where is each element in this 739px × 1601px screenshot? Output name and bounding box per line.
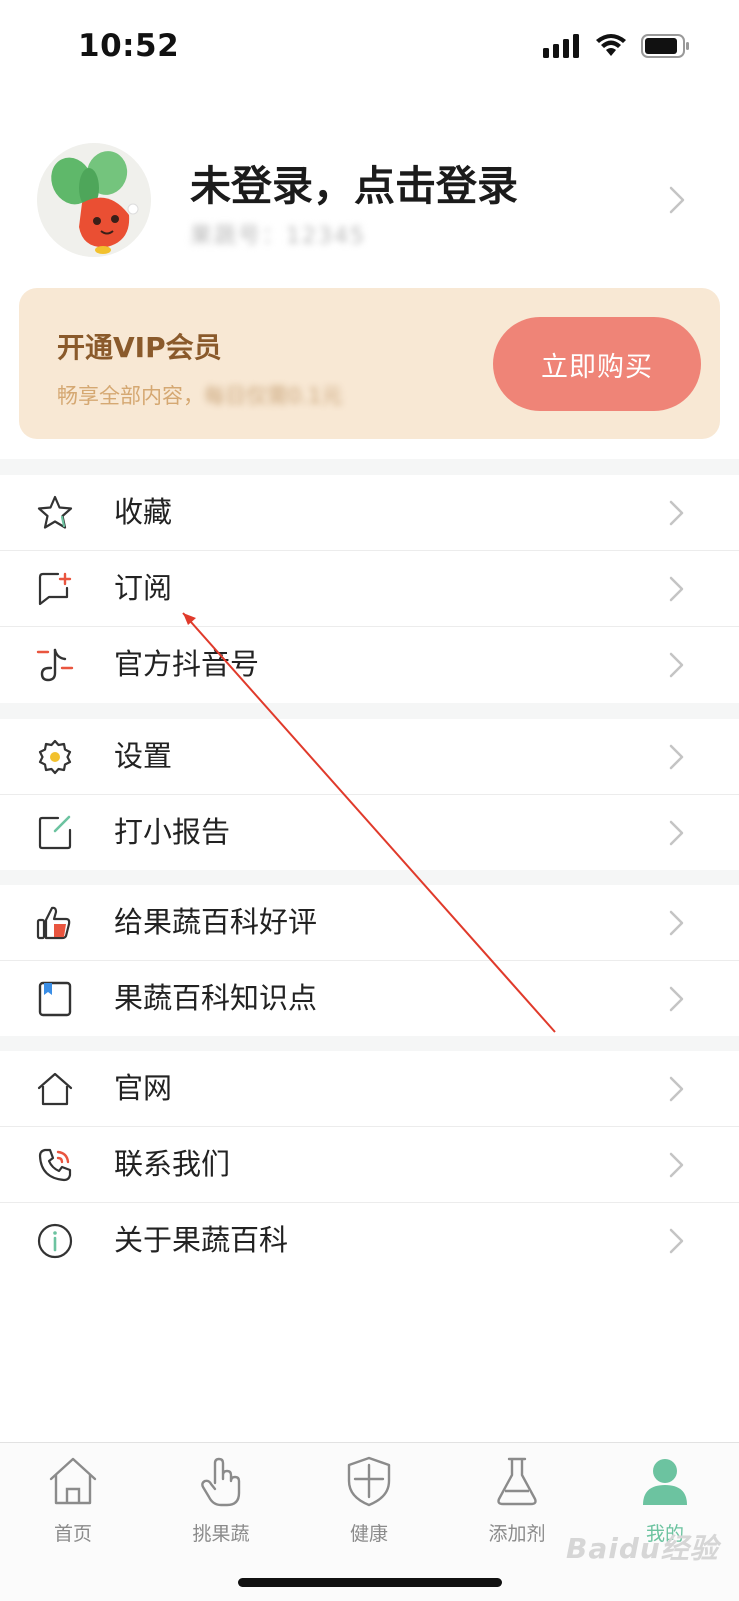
menu-item-label: 打小报告 <box>114 815 231 849</box>
chevron-right-icon <box>669 576 684 602</box>
chevron-right-icon <box>669 652 684 678</box>
baidu-watermark: Baidu经验 <box>566 1532 719 1565</box>
vip-desc-blurred: 每日仅需0.1元 <box>204 384 343 408</box>
flask-icon <box>497 1457 537 1506</box>
info-icon <box>37 1223 73 1259</box>
buy-now-button[interactable]: 立即购买 <box>493 317 701 411</box>
tab-home[interactable]: 首页 <box>3 1453 143 1546</box>
section-divider <box>0 1035 739 1051</box>
menu-item-label: 关于果蔬百科 <box>114 1223 289 1257</box>
gear-icon <box>38 739 72 775</box>
chevron-right-icon <box>669 186 685 214</box>
person-icon <box>643 1459 687 1505</box>
chevron-right-icon <box>669 744 684 770</box>
wifi-icon <box>596 34 626 56</box>
status-time: 10:52 <box>78 28 180 64</box>
star-icon <box>37 495 73 529</box>
menu-item-settings[interactable]: 设置 <box>0 719 739 795</box>
menu-item-label: 收藏 <box>114 495 173 529</box>
menu-item-label: 订阅 <box>114 571 173 605</box>
chevron-right-icon <box>669 1228 684 1254</box>
edit-report-icon <box>38 815 72 850</box>
menu-item-contact[interactable]: 联系我们 <box>0 1127 739 1203</box>
menu-group-4: 官网 联系我们 关于果蔬百科 <box>0 1051 739 1278</box>
tab-label: 首页 <box>53 1523 92 1545</box>
menu-item-about[interactable]: 关于果蔬百科 <box>0 1203 739 1278</box>
radish-mascot-avatar[interactable] <box>37 143 151 257</box>
tab-label: 健康 <box>349 1523 388 1545</box>
menu-item-label: 给果蔬百科好评 <box>114 905 318 939</box>
menu-item-rate-app[interactable]: 给果蔬百科好评 <box>0 885 739 961</box>
login-prompt[interactable]: 未登录，点击登录 <box>190 152 518 212</box>
vip-title: 开通VIP会员 <box>57 331 222 364</box>
menu-item-label: 官方抖音号 <box>114 647 260 681</box>
section-divider <box>0 459 739 475</box>
menu-item-label: 设置 <box>114 739 173 773</box>
chevron-right-icon <box>669 1152 684 1178</box>
menu-item-label: 官网 <box>114 1071 173 1105</box>
profile-header[interactable]: 未登录，点击登录 果蔬号：12345 <box>0 130 739 270</box>
tab-label: 挑果蔬 <box>192 1523 250 1545</box>
home-outline-icon <box>37 1072 73 1106</box>
chevron-right-icon <box>669 820 684 846</box>
hand-pointer-icon <box>201 1457 241 1507</box>
menu-item-label: 果蔬百科知识点 <box>114 981 318 1015</box>
section-divider <box>0 703 739 719</box>
chevron-right-icon <box>669 1076 684 1102</box>
section-divider <box>0 869 739 885</box>
thumbs-up-icon <box>36 906 71 940</box>
bookmark-book-icon <box>38 981 72 1017</box>
shield-icon <box>347 1456 391 1507</box>
menu-item-label: 联系我们 <box>114 1147 231 1181</box>
vip-desc-prefix: 畅享全部内容， <box>57 384 204 408</box>
status-bar: 10:52 <box>0 0 739 96</box>
status-icons <box>543 34 691 58</box>
chevron-right-icon <box>669 910 684 936</box>
tiktok-icon <box>36 648 74 682</box>
phone-icon <box>38 1148 72 1182</box>
menu-group-2: 设置 打小报告 <box>0 719 739 870</box>
menu-item-subscribe[interactable]: 订阅 <box>0 551 739 627</box>
menu-item-website[interactable]: 官网 <box>0 1051 739 1127</box>
subscribe-bookmark-icon <box>38 572 72 606</box>
tab-pick[interactable]: 挑果蔬 <box>151 1453 291 1546</box>
home-icon <box>49 1457 97 1505</box>
menu-item-report[interactable]: 打小报告 <box>0 795 739 870</box>
tab-health[interactable]: 健康 <box>299 1453 439 1546</box>
menu-group-1: 收藏 订阅 官方抖音号 <box>0 475 739 702</box>
profile-id-blurred: 果蔬号：12345 <box>190 224 366 249</box>
vip-card[interactable]: 开通VIP会员 畅享全部内容，每日仅需0.1元 立即购买 <box>19 288 720 439</box>
menu-item-favorites[interactable]: 收藏 <box>0 475 739 551</box>
chevron-right-icon <box>669 986 684 1012</box>
cellular-signal-icon <box>543 34 579 58</box>
chevron-right-icon <box>669 500 684 526</box>
menu-group-3: 给果蔬百科好评 果蔬百科知识点 <box>0 885 739 1036</box>
vip-description: 畅享全部内容，每日仅需0.1元 <box>57 380 342 410</box>
menu-item-douyin[interactable]: 官方抖音号 <box>0 627 739 702</box>
menu-item-knowledge[interactable]: 果蔬百科知识点 <box>0 961 739 1036</box>
battery-icon <box>641 34 689 58</box>
home-indicator[interactable] <box>238 1578 502 1587</box>
